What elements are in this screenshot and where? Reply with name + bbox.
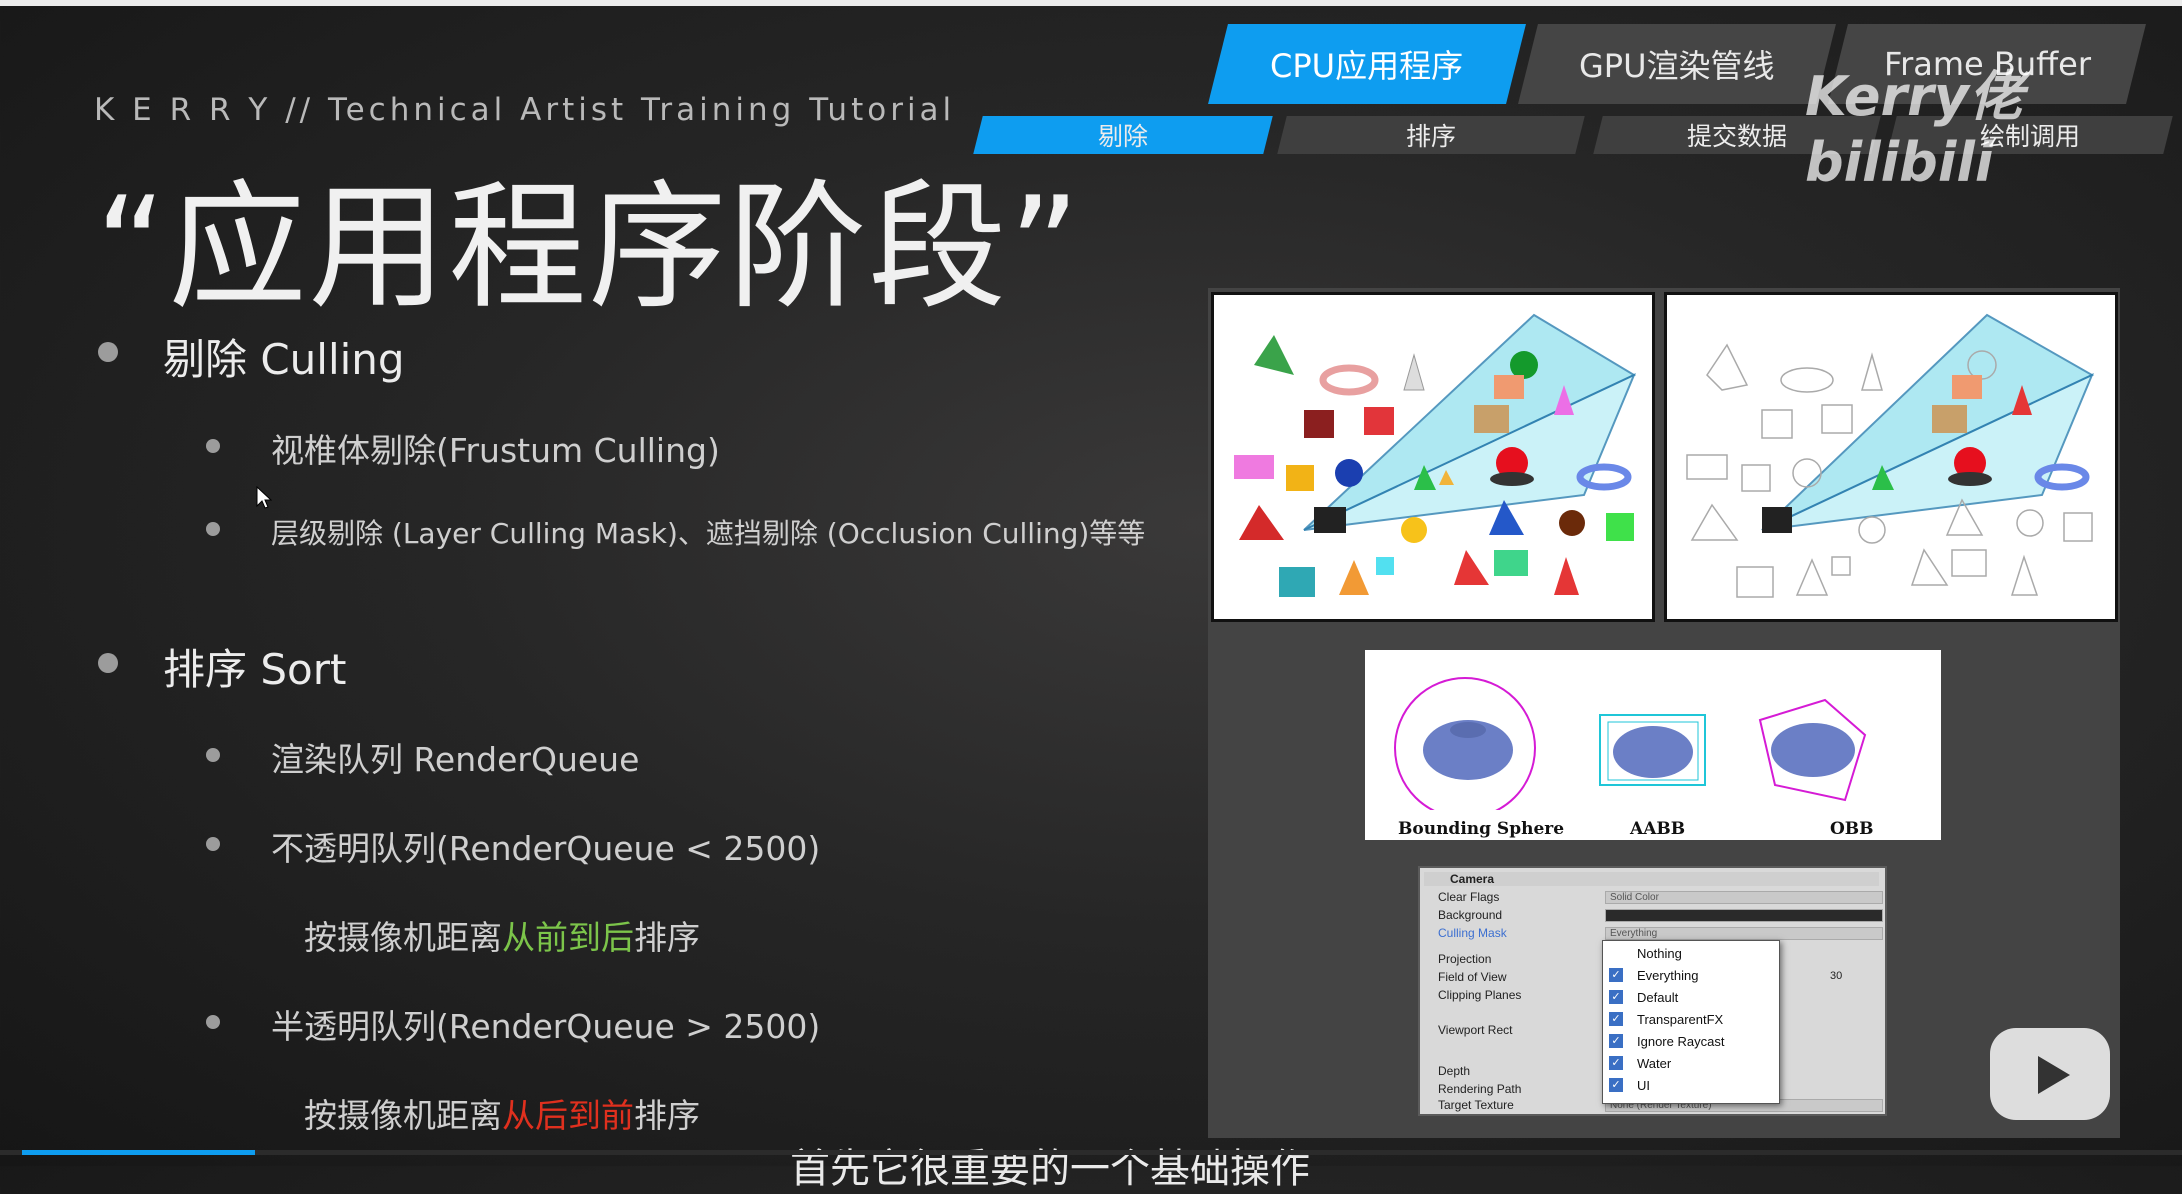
component-title: Camera	[1450, 872, 1495, 886]
dropdown-option-default[interactable]: ✓ Default	[1603, 987, 1779, 1009]
video-progress-bar[interactable]	[0, 1150, 2182, 1155]
field-label: Field of View	[1438, 970, 1507, 984]
culled-scene-image	[1664, 292, 2118, 622]
transparent-sort-note: 按摄像机距离从后到前排序	[304, 1096, 700, 1135]
checkmark-icon: ✓	[1609, 1034, 1623, 1048]
culling-mask-select[interactable]: Everything	[1605, 927, 1883, 940]
tab-cpu[interactable]: CPU应用程序	[1208, 24, 1526, 104]
background-color-field[interactable]	[1605, 909, 1883, 922]
subtab-label: 排序	[1405, 122, 1456, 151]
layer-culling-item: 层级剔除 (Layer Culling Mask)、遮挡剔除 (Occlusio…	[271, 517, 1146, 550]
tab-gpu[interactable]: GPU渲染管线	[1518, 24, 1836, 104]
subtab-label: 剔除	[1097, 122, 1148, 151]
render-queue-item: 渲染队列 RenderQueue	[271, 740, 640, 779]
brand-line: K E R R Y // Technical Artist Training T…	[94, 92, 956, 128]
video-subtitle: 首先它很重要的一个基础操作	[790, 1146, 1310, 1192]
obb-label: OBB	[1830, 819, 1874, 839]
bilibili-watermark: Kerry佬 bilibili	[1805, 65, 2023, 194]
page-title: “应用程序阶段”	[95, 167, 1082, 328]
bullet-icon	[98, 342, 118, 362]
bullet-icon	[206, 439, 220, 453]
culling-heading: 剔除 Culling	[163, 335, 405, 384]
dropdown-option-ui[interactable]: ✓ UI	[1603, 1075, 1779, 1097]
bullet-icon	[206, 837, 220, 851]
tab-label: CPU应用程序	[1270, 47, 1464, 85]
dropdown-option-transparentfx[interactable]: ✓ TransparentFX	[1603, 1009, 1779, 1031]
checkmark-icon: ✓	[1609, 1056, 1623, 1070]
tab-label: GPU渲染管线	[1579, 47, 1775, 85]
opaque-queue-item: 不透明队列(RenderQueue < 2500)	[271, 829, 821, 868]
bullet-icon	[98, 653, 118, 673]
frustum-culling-item: 视椎体剔除(Frustum Culling)	[271, 431, 720, 470]
dropdown-option-everything[interactable]: ✓ Everything	[1603, 965, 1779, 987]
subtab-culling[interactable]: 剔除	[973, 116, 1273, 154]
field-label: Clear Flags	[1438, 890, 1500, 904]
bullet-icon	[206, 748, 220, 762]
field-label: Clipping Planes	[1438, 988, 1522, 1002]
transparent-queue-item: 半透明队列(RenderQueue > 2500)	[271, 1007, 821, 1046]
field-label: Viewport Rect	[1438, 1023, 1513, 1037]
field-label: Culling Mask	[1438, 926, 1507, 940]
dropdown-option-water[interactable]: ✓ Water	[1603, 1053, 1779, 1075]
field-label: Rendering Path	[1438, 1082, 1522, 1096]
subtab-label: 提交数据	[1686, 122, 1787, 151]
sort-heading: 排序 Sort	[163, 645, 347, 694]
field-label: Projection	[1438, 952, 1492, 966]
top-strip	[0, 0, 2182, 6]
aabb-label: AABB	[1630, 819, 1686, 839]
bounding-volumes-figure: Bounding Sphere AABB OBB	[1365, 650, 1941, 840]
bullet-icon	[206, 1015, 220, 1029]
checkmark-icon: ✓	[1609, 990, 1623, 1004]
dropdown-option-nothing[interactable]: Nothing	[1603, 943, 1779, 965]
subtab-sort[interactable]: 排序	[1277, 116, 1585, 154]
bullet-icon	[206, 522, 220, 536]
clear-flags-select[interactable]: Solid Color	[1605, 891, 1883, 904]
checkmark-icon: ✓	[1609, 1078, 1623, 1092]
dropdown-option-ignore-raycast[interactable]: ✓ Ignore Raycast	[1603, 1031, 1779, 1053]
fov-value[interactable]: 30	[1830, 970, 1842, 982]
checkmark-icon: ✓	[1609, 968, 1623, 982]
frustum-scene-image	[1211, 292, 1655, 622]
field-label: Depth	[1438, 1064, 1471, 1078]
mouse-cursor-icon	[256, 486, 272, 509]
opaque-sort-note: 按摄像机距离从前到后排序	[304, 918, 700, 957]
field-label: Background	[1438, 908, 1503, 922]
bounding-sphere-label: Bounding Sphere	[1398, 819, 1565, 839]
checkmark-icon: ✓	[1609, 1012, 1623, 1026]
field-label: Target Texture	[1438, 1098, 1514, 1112]
culling-mask-dropdown[interactable]: Nothing ✓ Everything ✓ Default ✓ Transparen…	[1602, 940, 1780, 1104]
bilibili-tv-icon[interactable]	[1990, 1028, 2110, 1120]
progress-fill	[22, 1150, 255, 1155]
